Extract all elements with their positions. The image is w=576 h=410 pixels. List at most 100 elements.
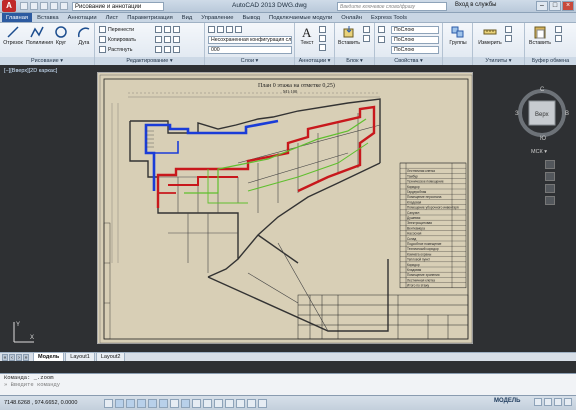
explode-icon[interactable] [173,36,180,43]
trim-icon[interactable] [164,26,171,33]
object-snap-icon[interactable] [159,398,168,408]
first-layout-icon[interactable]: « [2,353,8,361]
edit-block-icon[interactable] [363,35,370,42]
steeringwheel-icon[interactable] [545,160,555,169]
zoom-icon[interactable] [545,184,555,193]
selection-cycling-icon[interactable] [247,398,256,408]
3d-object-snap-icon[interactable] [170,398,179,408]
snap-mode-icon[interactable] [115,398,124,408]
search-input[interactable]: Введите ключевое слово/фразу [337,2,447,11]
mirror-button[interactable] [155,36,180,43]
linetype-combo[interactable]: ПоСлою [391,36,439,44]
object-snap-tracking-icon[interactable] [181,398,190,408]
layer-state-combo[interactable]: Несохраненная конфигурация сло [208,36,292,44]
quick-properties-icon[interactable] [236,398,245,408]
line-tool[interactable]: Отрезок [2,25,24,46]
ribbon-tab[interactable]: Главная [2,13,33,22]
layer-sun-icon[interactable] [226,26,233,33]
create-block-icon[interactable] [363,26,370,33]
ribbon-tab[interactable]: Лист [102,13,123,22]
layers-panel-title[interactable]: Слои ▾ [205,57,294,65]
list-icon[interactable] [378,36,385,43]
text-tool[interactable]: A Текст [297,25,317,46]
table-icon[interactable] [319,44,326,51]
block-panel-title[interactable]: Блок ▾ [335,57,374,65]
ribbon-tab[interactable]: Управление [197,13,237,22]
copy-clip-icon[interactable] [555,35,562,42]
transparency-icon[interactable] [225,398,234,408]
arc-tool[interactable]: Дуга [73,25,95,46]
dynamic-input-icon[interactable] [203,398,212,408]
quick-select-icon[interactable] [505,26,512,33]
copy-button[interactable]: Копировать [99,36,136,43]
annotation-panel-title[interactable]: Аннотации ▾ [295,57,334,65]
color-combo[interactable]: ПоСлою [391,26,439,34]
utilities-panel-title[interactable]: Утилиты ▾ [473,57,524,65]
annotation-scale-icon[interactable] [534,398,542,406]
compass-east[interactable]: В [565,111,569,117]
next-layout-icon[interactable]: › [16,353,22,361]
leader-icon[interactable] [319,35,326,42]
minimize-button[interactable]: – [536,1,548,11]
select-all-icon[interactable] [505,35,512,42]
match-properties-icon[interactable] [378,26,385,33]
lineweight-combo[interactable]: ПоСлою [391,46,439,54]
compass-west[interactable]: З [515,111,519,117]
coordinates-readout[interactable]: 7148.6268 , 974.6652, 0.0000 [0,400,104,406]
ribbon-tab[interactable]: Express Tools [367,13,411,22]
rotate-button[interactable] [155,26,180,33]
open-icon[interactable] [30,2,38,10]
properties-panel-title[interactable]: Свойства ▾ [375,57,442,65]
dynamic-ucs-icon[interactable] [192,398,201,408]
ribbon-tab[interactable]: Онлайн [337,13,366,22]
model-space-indicator[interactable]: МОДЕЛЬ [494,398,520,404]
new-icon[interactable] [20,2,28,10]
cut-icon[interactable] [555,26,562,33]
layer-bulb-icon[interactable] [217,26,224,33]
layer-combo[interactable]: 000 [208,46,292,54]
workspace-select[interactable]: Рисование и аннотации [72,1,164,11]
layer-properties-icon[interactable] [208,26,215,33]
undo-icon[interactable] [50,2,58,10]
prev-layout-icon[interactable]: ‹ [9,353,15,361]
ribbon-tab[interactable]: Подключаемые модули [265,13,336,22]
viewport-controls-label[interactable]: [−][Вверх][2D каркас] [4,68,57,74]
measure-tool[interactable]: Измерить [476,25,504,46]
application-menu-button[interactable]: A [2,0,16,12]
group-tool[interactable]: Группы [446,25,470,46]
dimension-icon[interactable] [319,26,326,33]
lineweight-icon[interactable] [214,398,223,408]
stretch-button[interactable]: Растянуть [99,46,133,53]
move-button[interactable]: Перенести [99,26,134,33]
annotation-monitor-icon[interactable] [258,398,267,408]
redo-icon[interactable] [60,2,68,10]
restore-button[interactable]: □ [549,1,561,11]
orbit-icon[interactable] [545,196,555,205]
grid-display-icon[interactable] [126,398,135,408]
ribbon-tab[interactable]: Вывод [239,13,265,22]
ribbon-tab[interactable]: Параметризация [123,13,177,22]
scale-button[interactable] [155,46,180,53]
command-input[interactable]: » Введите команду [0,381,576,388]
insert-block-tool[interactable]: Вставить [337,25,361,46]
viewcube[interactable]: Верх С Ю З В МСК ▾ [513,83,571,157]
save-icon[interactable] [40,2,48,10]
array-icon[interactable] [164,46,171,53]
lock-ui-icon[interactable] [554,398,562,406]
signin-button[interactable]: Вход в службы [455,2,497,8]
erase-icon[interactable] [173,26,180,33]
circle-tool[interactable]: Круг [50,25,72,46]
polyline-tool[interactable]: Полилиния [26,25,53,46]
close-button[interactable]: × [562,1,574,11]
offset-icon[interactable] [173,46,180,53]
layer-lock-icon[interactable] [235,26,242,33]
ribbon-tab[interactable]: Вид [178,13,197,22]
infer-constraints-icon[interactable] [104,398,113,408]
modify-panel-title[interactable]: Редактирование ▾ [95,57,204,65]
pan-icon[interactable] [545,172,555,181]
ribbon-tab[interactable]: Аннотации [64,13,101,22]
ortho-mode-icon[interactable] [137,398,146,408]
fillet-icon[interactable] [164,36,171,43]
ribbon-tab[interactable]: Вставка [33,13,63,22]
wcs-menu[interactable]: МСК ▾ [531,149,547,155]
